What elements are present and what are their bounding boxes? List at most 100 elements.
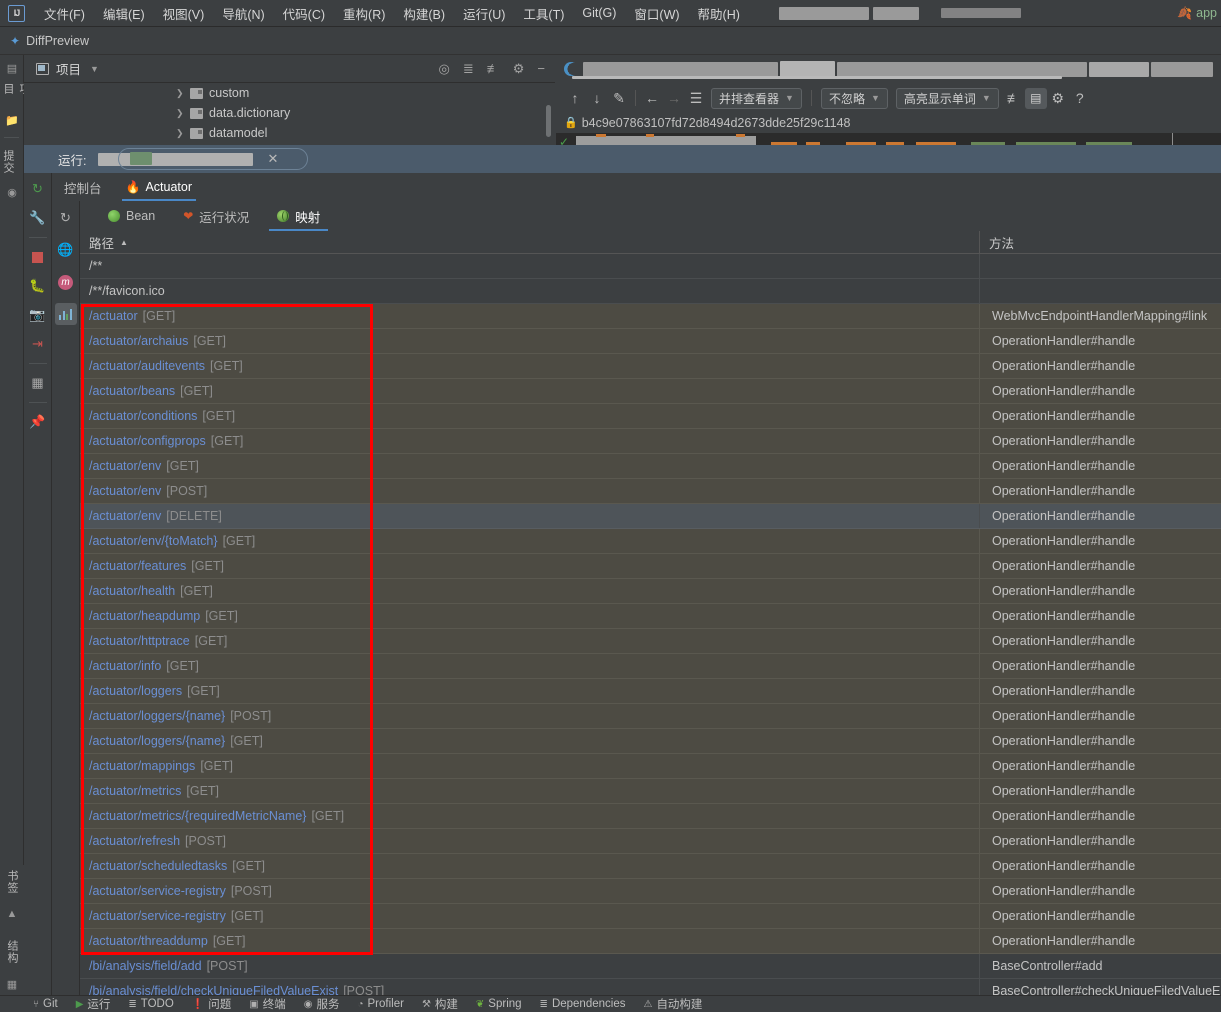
table-cell-path[interactable]: /actuator/mappings [GET] <box>80 754 980 778</box>
status-item-Dependencies[interactable]: ≣ Dependencies <box>531 998 635 1010</box>
status-item-Git[interactable]: ⑂ Git <box>24 998 67 1010</box>
chevron-right-icon[interactable]: ❯ <box>176 108 190 119</box>
menu-navigate[interactable]: 导航(N) <box>213 1 273 26</box>
table-cell-path[interactable]: /actuator/auditevents [GET] <box>80 354 980 378</box>
table-row[interactable]: /actuator/service-registry [POST] Operatio… <box>80 879 1221 904</box>
minimize-icon[interactable]: − <box>537 62 545 75</box>
table-cell-path[interactable]: /actuator/env [POST] <box>80 479 980 503</box>
project-tree[interactable]: ❯ custom ❯ data.dictionary ❯ datamodel <box>24 83 555 145</box>
menu-tools[interactable]: 工具(T) <box>514 1 573 26</box>
spring-app-chip[interactable]: 🍂 app <box>1177 6 1217 20</box>
gear-icon[interactable]: ⚙ <box>513 62 525 75</box>
path-link[interactable]: /actuator/loggers <box>89 684 182 698</box>
table-row[interactable]: /actuator/archaius [GET] OperationHandler#… <box>80 329 1221 354</box>
columns-icon[interactable]: ▤ <box>1024 87 1047 109</box>
path-link[interactable]: /actuator/loggers/{name} <box>89 709 225 723</box>
status-item-运行[interactable]: ▶ 运行 <box>67 996 120 1012</box>
table-row[interactable]: /actuator/loggers/{name} [POST] OperationH… <box>80 704 1221 729</box>
table-row[interactable]: /actuator/configprops [GET] OperationHandl… <box>80 429 1221 454</box>
path-link[interactable]: /actuator/metrics/{requiredMetricName} <box>89 809 306 823</box>
table-row[interactable]: /actuator/loggers/{name} [GET] OperationHa… <box>80 729 1221 754</box>
arrow-down-icon[interactable]: ↓ <box>586 87 608 109</box>
path-link[interactable]: /bi/analysis/field/checkUniqueFiledValue… <box>89 984 338 995</box>
path-link[interactable]: /actuator/metrics <box>89 784 181 798</box>
column-header-path[interactable]: 路径 ▲ <box>80 231 980 253</box>
viewer-mode-combo[interactable]: 并排查看器 ▼ <box>711 87 802 109</box>
refresh-icon[interactable]: ↻ <box>55 207 77 229</box>
path-link[interactable]: /actuator/mappings <box>89 759 195 773</box>
menu-code[interactable]: 代码(C) <box>274 1 334 26</box>
path-link[interactable]: /actuator/auditevents <box>89 359 205 373</box>
folder-icon[interactable]: 📁 <box>0 109 24 131</box>
locate-icon[interactable]: ◎ <box>439 62 450 75</box>
table-cell-path[interactable]: /actuator/loggers/{name} [GET] <box>80 729 980 753</box>
path-link[interactable]: /actuator/httptrace <box>89 634 190 648</box>
globe-icon[interactable]: 🌐 <box>55 239 77 261</box>
path-link[interactable]: /actuator/service-registry <box>89 909 226 923</box>
table-cell-path[interactable]: /actuator/loggers/{name} [POST] <box>80 704 980 728</box>
table-row[interactable]: /actuator/metrics [GET] OperationHandler#h… <box>80 779 1221 804</box>
export-icon[interactable]: ⇥ <box>28 334 48 354</box>
table-cell-path[interactable]: /bi/analysis/field/checkUniqueFiledValue… <box>80 979 980 995</box>
status-item-终端[interactable]: ▣ 终端 <box>240 996 294 1012</box>
table-cell-path[interactable]: /**/favicon.ico <box>80 279 980 303</box>
table-row[interactable]: /** <box>80 254 1221 279</box>
status-item-Profiler[interactable]: ◔ Profiler <box>348 998 412 1010</box>
menu-view[interactable]: 视图(V) <box>154 1 214 26</box>
table-row[interactable]: /actuator/service-registry [GET] Operation… <box>80 904 1221 929</box>
table-row[interactable]: /actuator/conditions [GET] OperationHandle… <box>80 404 1221 429</box>
table-cell-path[interactable]: /actuator/httptrace [GET] <box>80 629 980 653</box>
project-window-icon[interactable]: ▤ <box>0 57 24 79</box>
grid-icon[interactable]: ▦ <box>0 975 24 993</box>
menu-git[interactable]: Git(G) <box>573 3 625 23</box>
lines-icon[interactable]: ☰ <box>685 87 707 109</box>
path-link[interactable]: /actuator/env <box>89 509 161 523</box>
table-cell-path[interactable]: /actuator/health [GET] <box>80 579 980 603</box>
table-cell-path[interactable]: /actuator/info [GET] <box>80 654 980 678</box>
subtab-bean[interactable]: Bean <box>94 201 169 231</box>
pencil-icon[interactable]: ✎ <box>608 87 630 109</box>
table-row[interactable]: /actuator/mappings [GET] OperationHandler#… <box>80 754 1221 779</box>
chevron-right-icon[interactable]: ❯ <box>176 128 190 139</box>
table-cell-path[interactable]: /actuator/archaius [GET] <box>80 329 980 353</box>
table-row[interactable]: /actuator/features [GET] OperationHandler#… <box>80 554 1221 579</box>
highlight-mode-combo[interactable]: 高亮显示单词 ▼ <box>895 87 999 109</box>
table-row[interactable]: /actuator/scheduledtasks [GET] OperationHa… <box>80 854 1221 879</box>
table-cell-path[interactable]: /actuator/conditions [GET] <box>80 404 980 428</box>
column-header-method[interactable]: 方法 <box>980 231 1221 253</box>
tree-node[interactable]: ❯ datamodel <box>24 123 555 143</box>
path-link[interactable]: /actuator/archaius <box>89 334 188 348</box>
breadcrumb[interactable]: DiffPreview <box>26 34 89 48</box>
path-link[interactable]: /actuator/beans <box>89 384 175 398</box>
collapse-all-icon[interactable]: ≢ <box>487 62 500 75</box>
table-row[interactable]: /bi/analysis/field/checkUniqueFiledValue… <box>80 979 1221 995</box>
gear-icon[interactable]: ⚙ <box>1047 87 1069 109</box>
rail-label-bookmarks[interactable]: 书签 <box>4 865 20 899</box>
chevron-down-icon[interactable]: ▼ <box>90 64 99 74</box>
table-row[interactable]: /actuator/loggers [GET] OperationHandler#h… <box>80 679 1221 704</box>
menu-run[interactable]: 运行(U) <box>454 1 514 26</box>
tree-node[interactable]: ❯ custom <box>24 83 555 103</box>
table-cell-path[interactable]: /actuator/features [GET] <box>80 554 980 578</box>
tab-console[interactable]: 控制台 <box>52 173 114 201</box>
table-cell-path[interactable]: /actuator/metrics [GET] <box>80 779 980 803</box>
path-link[interactable]: /actuator/threaddump <box>89 934 208 948</box>
table-row[interactable]: /actuator/refresh [POST] OperationHandler#… <box>80 829 1221 854</box>
path-link[interactable]: /bi/analysis/field/add <box>89 959 202 973</box>
project-tree-scrollbar[interactable] <box>546 105 551 137</box>
ignore-policy-combo[interactable]: 不忽略 ▼ <box>820 87 888 109</box>
menu-help[interactable]: 帮助(H) <box>689 1 749 26</box>
table-row[interactable]: /actuator/health [GET] OperationHandler#ha… <box>80 579 1221 604</box>
table-row[interactable]: /**/favicon.ico <box>80 279 1221 304</box>
path-link[interactable]: /actuator/scheduledtasks <box>89 859 227 873</box>
menu-edit[interactable]: 编辑(E) <box>94 1 154 26</box>
table-cell-path[interactable]: /bi/analysis/field/add [POST] <box>80 954 980 978</box>
path-link[interactable]: /actuator/loggers/{name} <box>89 734 225 748</box>
table-cell-path[interactable]: /actuator [GET] <box>80 304 980 328</box>
table-cell-path[interactable]: /actuator/loggers [GET] <box>80 679 980 703</box>
table-row[interactable]: /actuator/metrics/{requiredMetricName} [G… <box>80 804 1221 829</box>
status-item-自动构建[interactable]: ⚠ 自动构建 <box>634 996 711 1012</box>
table-row[interactable]: /actuator/env [DELETE] OperationHandler#ha… <box>80 504 1221 529</box>
table-row[interactable]: /actuator/env/{toMatch} [GET] OperationHan… <box>80 529 1221 554</box>
rail-label-commit[interactable]: 提交 <box>0 144 16 180</box>
